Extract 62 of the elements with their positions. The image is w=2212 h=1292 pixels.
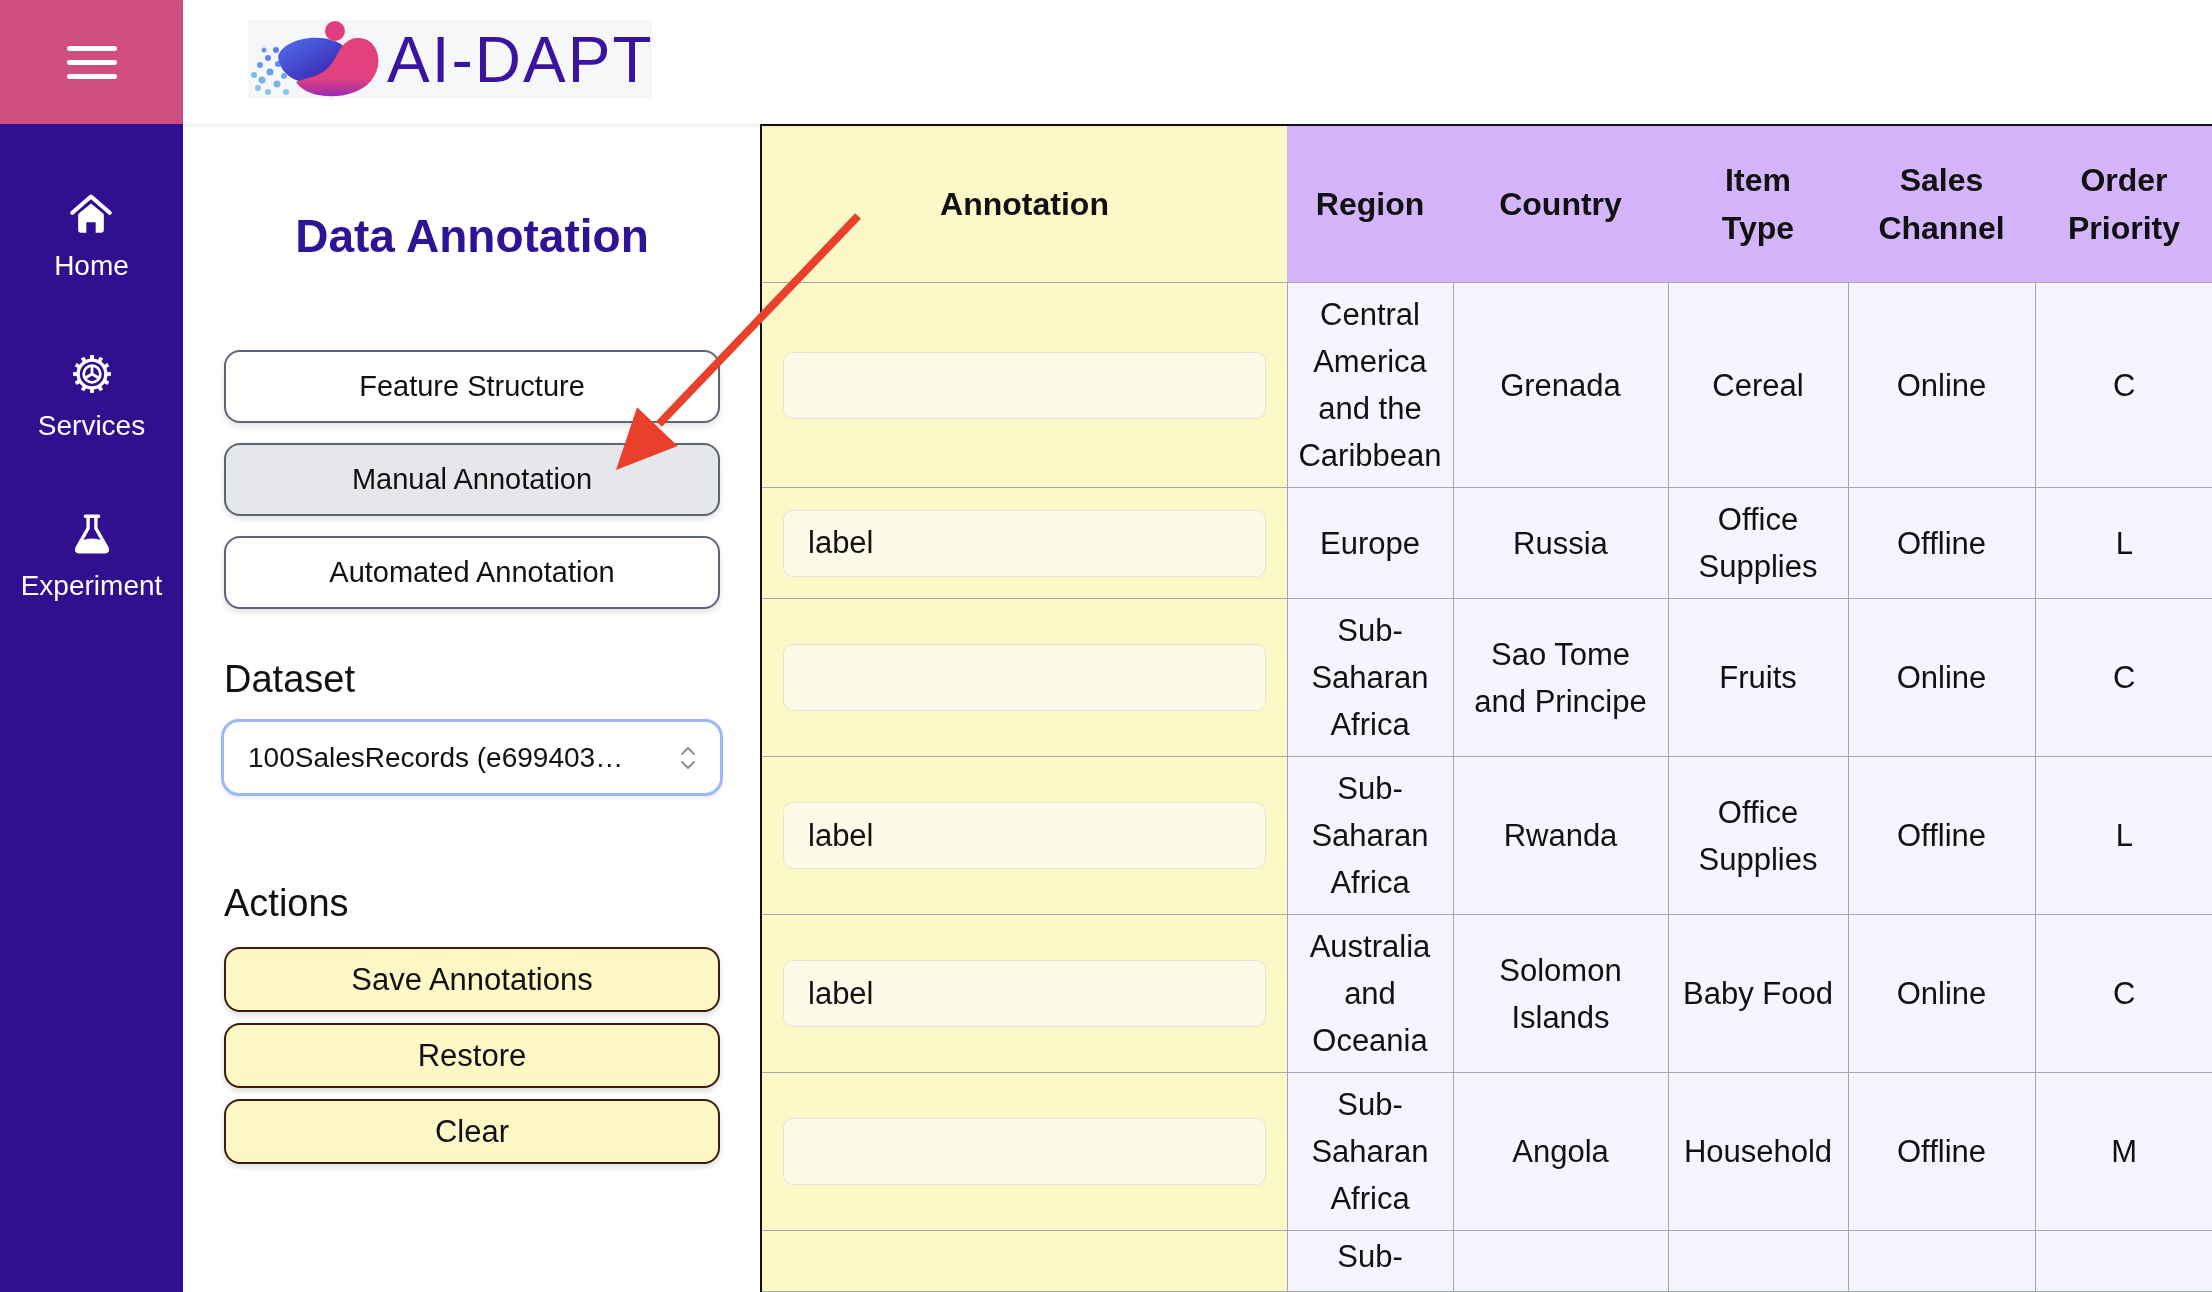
- table-cell: Sub-Saharan Africa: [1287, 598, 1453, 757]
- table-cell: Baby Food: [1668, 914, 1848, 1073]
- table-cell: Sao Tome and Principe: [1453, 598, 1668, 757]
- mode-button[interactable]: Manual Annotation: [224, 443, 720, 516]
- sidebar-item[interactable]: Home: [54, 194, 129, 283]
- sidebar-item[interactable]: Services: [37, 354, 146, 443]
- annotation-input[interactable]: label: [783, 802, 1266, 869]
- table-cell: Rwanda: [1453, 756, 1668, 915]
- table-cell: Grenada: [1453, 282, 1668, 488]
- section-label: Dataset: [224, 657, 356, 701]
- flask-icon: [73, 514, 110, 554]
- logo-text: AI-DAPT: [387, 27, 654, 92]
- column-header: Country: [1453, 125, 1668, 283]
- action-button[interactable]: Restore: [224, 1023, 720, 1088]
- annotation-input[interactable]: [783, 644, 1266, 711]
- table-cell: M: [2035, 1072, 2212, 1231]
- annotation-input[interactable]: [783, 351, 1266, 419]
- table-cell: Fruits: [1668, 598, 1848, 757]
- table-cell: Sub-: [1287, 1230, 1453, 1292]
- table-cell: Offline: [1848, 487, 2035, 599]
- table-cell: C: [2035, 598, 2212, 757]
- page-title: Data Annotation: [294, 210, 650, 262]
- table-cell: L: [2035, 487, 2212, 599]
- table-cell: Offline: [1848, 1072, 2035, 1231]
- column-header: Order Priority: [2035, 125, 2212, 283]
- table-cell: Online: [1848, 282, 2035, 488]
- mode-button[interactable]: Feature Structure: [224, 350, 720, 423]
- table-cell: Cereal: [1668, 282, 1848, 488]
- chevron-up-down-icon: [680, 744, 696, 771]
- mode-button[interactable]: Automated Annotation: [224, 536, 720, 609]
- annotation-input[interactable]: label: [783, 509, 1266, 577]
- table-cell: Online: [1848, 598, 2035, 757]
- table-cell: Household: [1668, 1072, 1848, 1231]
- table-cell: Europe: [1287, 487, 1453, 599]
- annotation-input[interactable]: [783, 1118, 1266, 1185]
- sidebar-item[interactable]: Experiment: [20, 514, 163, 603]
- home-icon: [70, 194, 113, 234]
- annotation-input[interactable]: label: [783, 960, 1266, 1027]
- table-cell: L: [2035, 756, 2212, 915]
- table-cell: Sub-Saharan Africa: [1287, 1072, 1453, 1231]
- table-cell: C: [2035, 282, 2212, 488]
- table-cell: Offline: [1848, 756, 2035, 915]
- column-header: Item Type: [1668, 125, 1848, 283]
- table-cell: C: [2035, 914, 2212, 1073]
- table-cell: Office Supplies: [1668, 487, 1848, 599]
- dataset-select[interactable]: 100SalesRecords (e699403…: [221, 719, 723, 796]
- table-cell: Russia: [1453, 487, 1668, 599]
- column-header: Region: [1287, 125, 1453, 283]
- column-header: Annotation: [761, 125, 1287, 283]
- table-cell: Office Supplies: [1668, 756, 1848, 915]
- table-cell: Australia and Oceania: [1287, 914, 1453, 1073]
- table-cell: Angola: [1453, 1072, 1668, 1231]
- section-label: Actions: [224, 881, 350, 925]
- table-cell: Sub-Saharan Africa: [1287, 756, 1453, 915]
- gear-icon: [71, 354, 112, 394]
- table-cell: Central America and the Caribbean: [1287, 282, 1453, 488]
- action-button[interactable]: Save Annotations: [224, 947, 720, 1012]
- menu-icon[interactable]: [66, 45, 117, 79]
- table-cell: Online: [1848, 914, 2035, 1073]
- column-header: Sales Channel: [1848, 125, 2035, 283]
- action-button[interactable]: Clear: [224, 1099, 720, 1164]
- table-cell: Solomon Islands: [1453, 914, 1668, 1073]
